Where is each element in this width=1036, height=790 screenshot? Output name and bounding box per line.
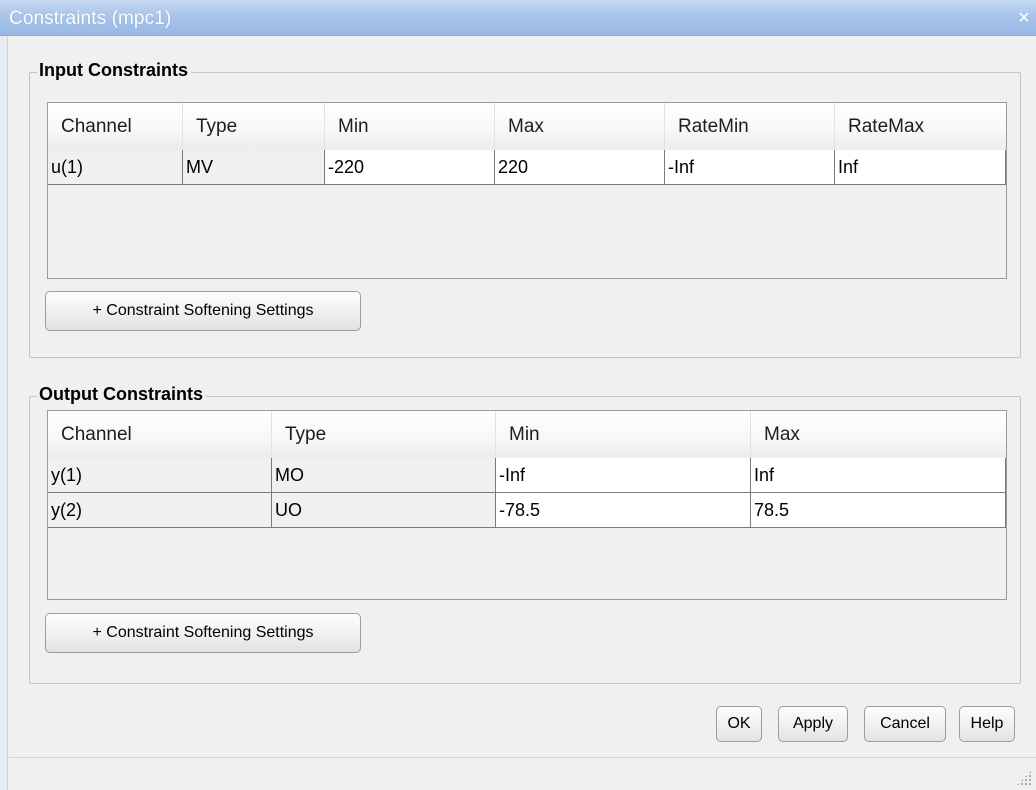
input-constraints-legend: Input Constraints — [37, 60, 191, 81]
cell-ratemin[interactable]: -Inf — [665, 150, 835, 185]
window-left-edge — [0, 36, 8, 790]
cell-channel: u(1) — [48, 150, 183, 185]
column-header-max[interactable]: Max — [495, 103, 665, 150]
cell-channel: y(2) — [48, 493, 272, 528]
cell-ratemax[interactable]: Inf — [835, 150, 1006, 185]
output-constraints-legend: Output Constraints — [37, 384, 206, 405]
cell-max[interactable]: 78.5 — [751, 493, 1006, 528]
column-header-channel[interactable]: Channel — [48, 103, 183, 150]
window-title: Constraints (mpc1) — [9, 8, 172, 29]
cell-min[interactable]: -220 — [325, 150, 495, 185]
ok-button[interactable]: OK — [716, 706, 762, 742]
table-row[interactable]: y(1) MO -Inf Inf — [48, 458, 1006, 493]
apply-button[interactable]: Apply — [778, 706, 848, 742]
column-header-type[interactable]: Type — [272, 411, 496, 458]
cell-max[interactable]: 220 — [495, 150, 665, 185]
input-constraints-table[interactable]: Channel Type Min Max RateMin RateMax u(1… — [47, 102, 1007, 279]
output-constraints-table[interactable]: Channel Type Min Max y(1) MO -Inf Inf y(… — [47, 410, 1007, 600]
cell-type[interactable]: MO — [272, 458, 496, 493]
column-header-max[interactable]: Max — [751, 411, 1006, 458]
column-header-min[interactable]: Min — [496, 411, 751, 458]
table-header: Channel Type Min Max — [48, 411, 1006, 459]
close-icon[interactable]: × — [1014, 7, 1034, 29]
cell-type[interactable]: UO — [272, 493, 496, 528]
column-header-type[interactable]: Type — [183, 103, 325, 150]
cell-min[interactable]: -78.5 — [496, 493, 751, 528]
output-softening-settings-button[interactable]: + Constraint Softening Settings — [45, 613, 361, 653]
table-row[interactable]: u(1) MV -220 220 -Inf Inf — [48, 150, 1006, 185]
title-bar[interactable]: Constraints (mpc1) × — [0, 0, 1036, 36]
cancel-button[interactable]: Cancel — [864, 706, 946, 742]
column-header-ratemin[interactable]: RateMin — [665, 103, 835, 150]
cell-min[interactable]: -Inf — [496, 458, 751, 493]
help-button[interactable]: Help — [959, 706, 1015, 742]
table-header: Channel Type Min Max RateMin RateMax — [48, 103, 1006, 151]
cell-channel: y(1) — [48, 458, 272, 493]
table-row[interactable]: y(2) UO -78.5 78.5 — [48, 493, 1006, 528]
resize-grip-icon[interactable] — [1016, 770, 1032, 786]
column-header-channel[interactable]: Channel — [48, 411, 272, 458]
cell-type[interactable]: MV — [183, 150, 325, 185]
input-constraints-group: Input Constraints Channel Type Min Max R… — [29, 60, 1021, 358]
status-divider — [9, 757, 1036, 758]
column-header-ratemax[interactable]: RateMax — [835, 103, 1006, 150]
column-header-min[interactable]: Min — [325, 103, 495, 150]
output-constraints-group: Output Constraints Channel Type Min Max … — [29, 384, 1021, 684]
input-softening-settings-button[interactable]: + Constraint Softening Settings — [45, 291, 361, 331]
cell-max[interactable]: Inf — [751, 458, 1006, 493]
